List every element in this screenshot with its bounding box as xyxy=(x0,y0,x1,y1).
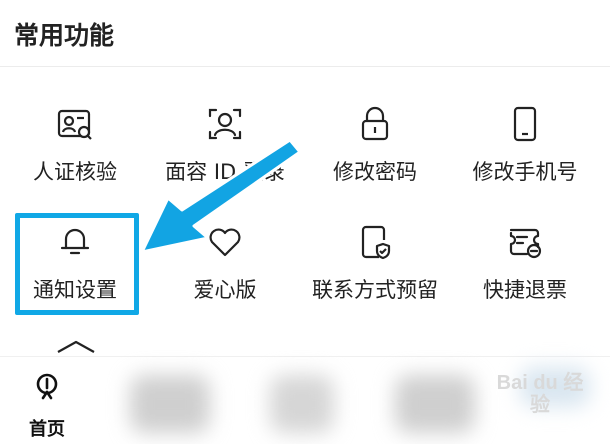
grid-item-label: 人证核验 xyxy=(33,160,117,184)
blurred-tab[interactable] xyxy=(130,375,210,433)
blurred-tab[interactable] xyxy=(270,375,334,433)
contact-shield-icon xyxy=(355,222,395,262)
home-icon xyxy=(36,373,58,400)
grid-item-change-phone[interactable]: 修改手机号 xyxy=(450,104,600,204)
grid-item-label: 联系方式预留 xyxy=(312,278,438,302)
divider xyxy=(0,66,610,67)
tab-home-label: 首页 xyxy=(29,419,65,440)
face-id-icon xyxy=(205,104,245,144)
grid-item-quick-refund[interactable]: 快捷退票 xyxy=(450,222,600,322)
section-title: 常用功能 xyxy=(14,21,115,50)
grid-item-label: 爱心版 xyxy=(193,278,257,302)
tab-home[interactable]: 首页 xyxy=(22,367,72,440)
grid-item-face-id[interactable]: 面容 ID 登录 xyxy=(150,104,300,204)
blurred-tab[interactable] xyxy=(395,375,475,433)
phone-icon xyxy=(505,104,545,144)
grid-item-label: 快捷退票 xyxy=(483,278,567,302)
heart-icon xyxy=(205,222,245,262)
grid-item-care-mode[interactable]: 爱心版 xyxy=(150,222,300,322)
id-verify-icon xyxy=(55,104,95,144)
layers-icon[interactable] xyxy=(54,338,98,358)
highlight-box xyxy=(15,213,139,315)
grid-item-contact-reserve[interactable]: 联系方式预留 xyxy=(300,222,450,322)
grid-item-label: 修改密码 xyxy=(333,160,417,184)
ticket-refund-icon xyxy=(505,222,545,262)
watermark: Bai du 经验 xyxy=(496,372,584,416)
grid-item-label: 面容 ID 登录 xyxy=(165,160,285,184)
lock-icon xyxy=(355,104,395,144)
grid-item-change-password[interactable]: 修改密码 xyxy=(300,104,450,204)
grid-item-label: 修改手机号 xyxy=(472,160,578,184)
grid-item-id-verify[interactable]: 人证核验 xyxy=(0,104,150,204)
